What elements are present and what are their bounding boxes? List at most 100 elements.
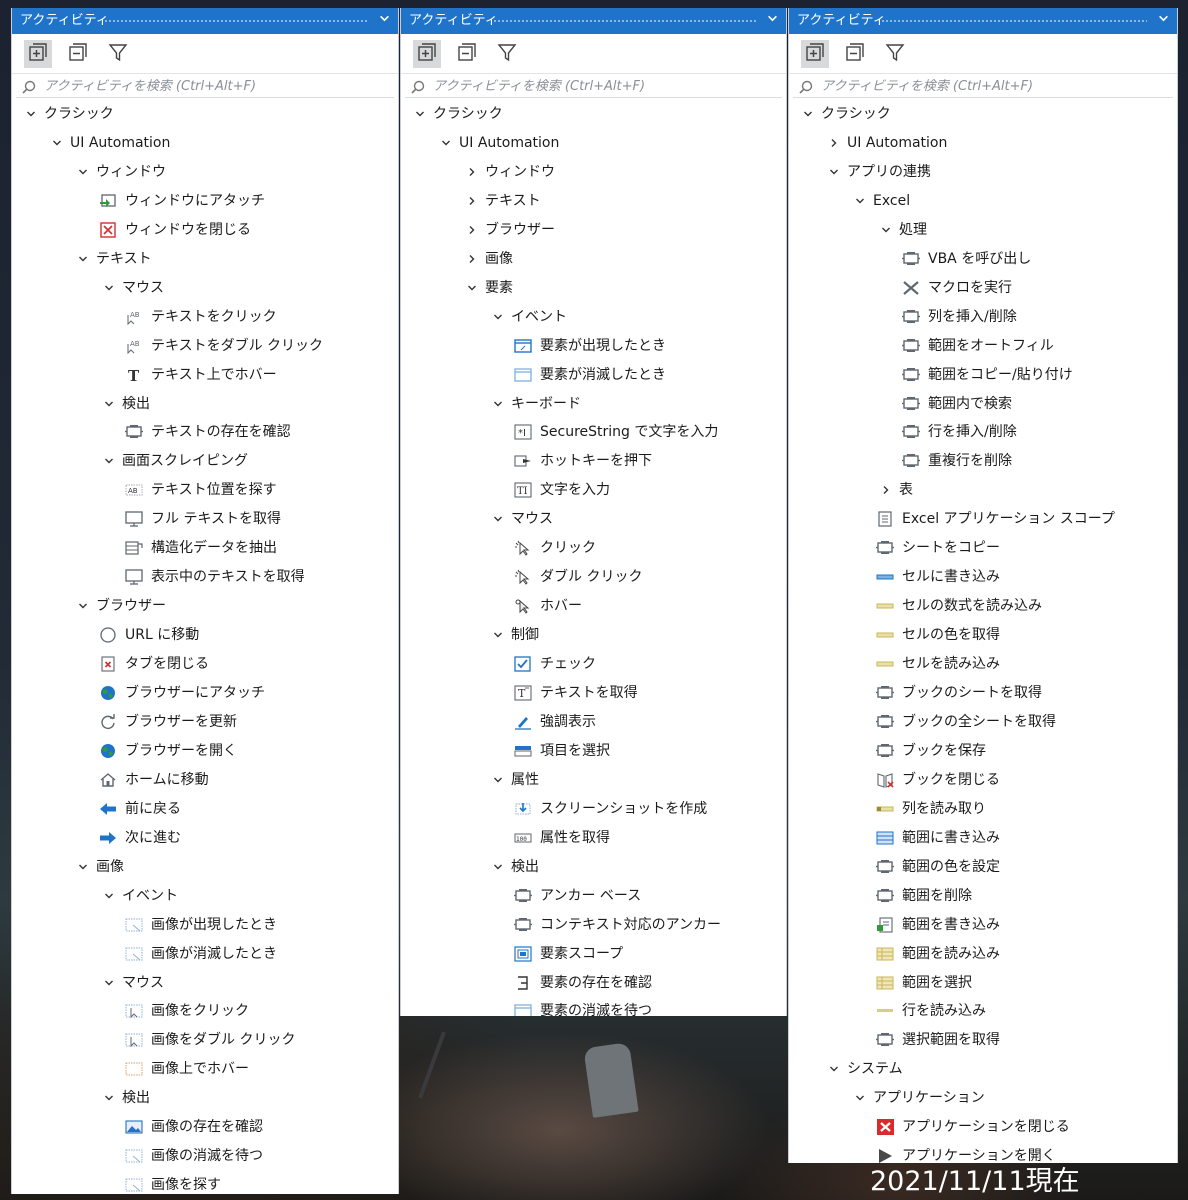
activity-item[interactable]: URL に移動	[12, 621, 398, 649]
tree-group[interactable]: UI Automation	[12, 129, 398, 157]
activity-item[interactable]: 列を読み取り	[789, 795, 1177, 823]
tree-group[interactable]: 画像	[401, 245, 786, 273]
activity-item[interactable]: 画像の存在を確認	[12, 1113, 398, 1141]
activity-item[interactable]: アプリケーションを閉じる	[789, 1113, 1177, 1141]
panel-dropdown-button[interactable]	[767, 8, 778, 34]
tree-group[interactable]: 画面スクレイピング	[12, 447, 398, 475]
chevron-down-icon[interactable]	[853, 1084, 867, 1112]
chevron-down-icon[interactable]	[879, 216, 893, 244]
activity-item[interactable]: 画像をクリック	[12, 997, 398, 1025]
activity-search-input[interactable]: アクティビティを検索 (Ctrl+Alt+F)	[793, 76, 1173, 98]
activity-item[interactable]: マクロを実行	[789, 274, 1177, 302]
collapse-all-button[interactable]	[64, 40, 92, 68]
tree-group[interactable]: ブラウザー	[401, 216, 786, 244]
filter-button[interactable]	[881, 40, 909, 68]
activity-item[interactable]: 画像の消滅を待つ	[12, 1142, 398, 1170]
activity-item[interactable]: *I SecureString で文字を入力	[401, 418, 786, 446]
chevron-down-icon[interactable]	[76, 158, 90, 186]
activity-item[interactable]: 画像をダブル クリック	[12, 1026, 398, 1054]
chevron-down-icon[interactable]	[76, 592, 90, 620]
activity-item[interactable]: AB テキストをダブル クリック	[12, 332, 398, 360]
activity-search-input[interactable]: アクティビティを検索 (Ctrl+Alt+F)	[16, 76, 394, 98]
activity-item[interactable]: 範囲をコピー/貼り付け	[789, 361, 1177, 389]
chevron-right-icon[interactable]	[827, 129, 841, 157]
activity-item[interactable]: 範囲を選択	[789, 969, 1177, 997]
tree-group[interactable]: テキスト	[401, 187, 786, 215]
collapse-all-button[interactable]	[453, 40, 481, 68]
activity-item[interactable]: 強調表示	[401, 708, 786, 736]
chevron-down-icon[interactable]	[491, 766, 505, 794]
activity-search-input[interactable]: アクティビティを検索 (Ctrl+Alt+F)	[405, 76, 782, 98]
activity-item[interactable]: ホバー	[401, 592, 786, 620]
chevron-down-icon[interactable]	[491, 390, 505, 418]
activity-item[interactable]: 構造化データを抽出	[12, 534, 398, 562]
activity-item[interactable]: 範囲を削除	[789, 882, 1177, 910]
activity-item[interactable]: 画像上でホバー	[12, 1055, 398, 1083]
activity-item[interactable]: スクリーンショットを作成	[401, 795, 786, 823]
tree-group[interactable]: システム	[789, 1055, 1177, 1083]
activity-item[interactable]: ホットキーを押下	[401, 447, 786, 475]
tree-group[interactable]: ウィンドウ	[12, 158, 398, 186]
chevron-down-icon[interactable]	[413, 100, 427, 128]
chevron-down-icon[interactable]	[491, 621, 505, 649]
chevron-down-icon[interactable]	[102, 390, 116, 418]
chevron-right-icon[interactable]	[465, 216, 479, 244]
tree-group[interactable]: 要素	[401, 274, 786, 302]
activity-item[interactable]: 範囲に書き込み	[789, 824, 1177, 852]
tree-group[interactable]: マウス	[12, 969, 398, 997]
activity-item[interactable]: 前に戻る	[12, 795, 398, 823]
tree-group[interactable]: テキスト	[12, 245, 398, 273]
activity-item[interactable]: 列を挿入/削除	[789, 303, 1177, 331]
activity-item[interactable]: セルに書き込み	[789, 563, 1177, 591]
activity-item[interactable]: ブラウザーにアタッチ	[12, 679, 398, 707]
panel-dropdown-button[interactable]	[1158, 8, 1169, 34]
chevron-right-icon[interactable]	[465, 158, 479, 186]
chevron-down-icon[interactable]	[491, 853, 505, 881]
activity-item[interactable]: 画像が出現したとき	[12, 911, 398, 939]
chevron-down-icon[interactable]	[76, 853, 90, 881]
activity-item[interactable]: フル テキストを取得	[12, 505, 398, 533]
activity-item[interactable]: 選択範囲を取得	[789, 1026, 1177, 1054]
chevron-down-icon[interactable]	[102, 969, 116, 997]
activity-item[interactable]: アンカー ベース	[401, 882, 786, 910]
tree-group[interactable]: 属性	[401, 766, 786, 794]
activity-item[interactable]: ウィンドウにアタッチ	[12, 187, 398, 215]
activity-item[interactable]: ダブル クリック	[401, 563, 786, 591]
activity-item[interactable]: タブを閉じる	[12, 650, 398, 678]
activity-item[interactable]: ブックのシートを取得	[789, 679, 1177, 707]
chevron-right-icon[interactable]	[879, 476, 893, 504]
expand-all-button[interactable]	[801, 40, 829, 68]
activity-item[interactable]: シートをコピー	[789, 534, 1177, 562]
activity-item[interactable]: ブラウザーを更新	[12, 708, 398, 736]
collapse-all-button[interactable]	[841, 40, 869, 68]
activity-item[interactable]: アプリケーションを開く	[789, 1142, 1177, 1163]
activity-item[interactable]: 次に進む	[12, 824, 398, 852]
tree-group[interactable]: クラシック	[789, 100, 1177, 128]
chevron-down-icon[interactable]	[50, 129, 64, 157]
tree-group[interactable]: イベント	[12, 882, 398, 910]
chevron-down-icon[interactable]	[853, 187, 867, 215]
chevron-down-icon[interactable]	[102, 447, 116, 475]
activity-item[interactable]: AB テキスト位置を探す	[12, 476, 398, 504]
activity-item[interactable]: 範囲内で検索	[789, 390, 1177, 418]
tree-group[interactable]: UI Automation	[401, 129, 786, 157]
tree-group[interactable]: マウス	[401, 505, 786, 533]
chevron-down-icon[interactable]	[102, 1084, 116, 1112]
activity-item[interactable]: TI 文字を入力	[401, 476, 786, 504]
activity-item[interactable]: 項目を選択	[401, 737, 786, 765]
tree-group[interactable]: イベント	[401, 303, 786, 331]
activity-item[interactable]: 重複行を削除	[789, 447, 1177, 475]
activity-item[interactable]: 要素スコープ	[401, 940, 786, 968]
activity-item[interactable]: Excel アプリケーション スコープ	[789, 505, 1177, 533]
activity-item[interactable]: T テキストを取得	[401, 679, 786, 707]
activity-item[interactable]: コンテキスト対応のアンカー	[401, 911, 786, 939]
tree-group[interactable]: 処理	[789, 216, 1177, 244]
activity-item[interactable]: 画像を探す	[12, 1171, 398, 1194]
tree-group[interactable]: 画像	[12, 853, 398, 881]
activity-item[interactable]: T テキスト上でホバー	[12, 361, 398, 389]
tree-group[interactable]: UI Automation	[789, 129, 1177, 157]
chevron-down-icon[interactable]	[827, 1055, 841, 1083]
chevron-down-icon[interactable]	[491, 303, 505, 331]
activity-item[interactable]: 要素の消滅を待つ	[401, 997, 786, 1016]
chevron-down-icon[interactable]	[801, 100, 815, 128]
